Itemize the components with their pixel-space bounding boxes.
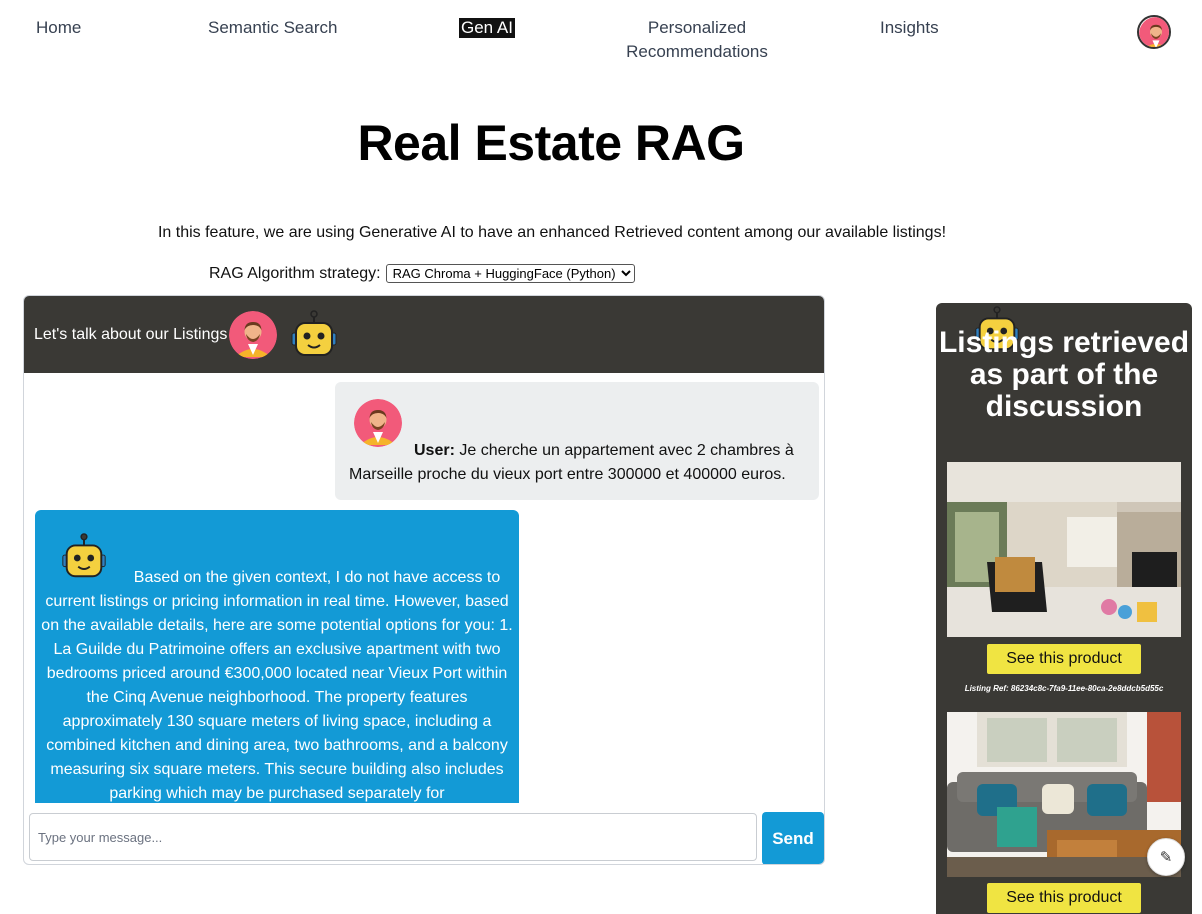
nav-semantic-search[interactable]: Semantic Search (208, 16, 337, 40)
user-avatar-icon[interactable] (1137, 15, 1171, 49)
user-message-text-2: Marseille proche du vieux port entre 300… (349, 466, 786, 483)
nav-insights[interactable]: Insights (880, 16, 939, 40)
see-product-button[interactable]: See this product (987, 883, 1141, 913)
listing-image[interactable] (947, 712, 1181, 877)
robot-icon (289, 309, 339, 361)
bot-message: Based on the given context, I do not hav… (35, 510, 519, 803)
chat-header: Let's talk about our Listings (24, 296, 824, 373)
strategy-select[interactable]: RAG Chroma + HuggingFace (Python) (385, 264, 635, 283)
retrieved-listings-panel: Listings retrieved as part of the discus… (936, 303, 1192, 914)
nav-gen-ai[interactable]: Gen AI (459, 18, 515, 38)
strategy-row: RAG Algorithm strategy: RAG Chroma + Hug… (209, 264, 635, 283)
user-message-line-1: User: Je cherche un appartement avec 2 c… (414, 439, 794, 463)
chat-header-title: Let's talk about our Listings (34, 325, 228, 343)
send-button[interactable]: Send (762, 812, 824, 864)
chat-window: Let's talk about our Listings User: Je c… (23, 295, 825, 865)
nav-personalized-recommendations[interactable]: Personalized Recommendations (622, 16, 772, 64)
pencil-icon[interactable]: ✎ (1147, 838, 1185, 876)
listing-ref: Listing Ref: 86234c8c-7fa9-11ee-80ca-2e8… (964, 684, 1164, 693)
see-product-button[interactable]: See this product (987, 644, 1141, 674)
message-input[interactable] (29, 813, 757, 861)
user-message: User: Je cherche un appartement avec 2 c… (335, 382, 819, 500)
nav-home[interactable]: Home (36, 16, 81, 40)
listing-image[interactable] (947, 462, 1181, 637)
intro-text: In this feature, we are using Generative… (157, 224, 947, 241)
user-label: User: (414, 442, 455, 459)
user-avatar-icon (354, 399, 402, 447)
chat-messages[interactable]: User: Je cherche un appartement avec 2 c… (24, 373, 824, 803)
bot-message-text: Based on the given context, I do not hav… (41, 569, 513, 802)
panel-title: Listings retrieved as part of the discus… (938, 326, 1190, 423)
top-nav: Home Semantic Search Gen AI Personalized… (0, 0, 1202, 70)
strategy-label: RAG Algorithm strategy: (209, 264, 381, 282)
user-message-text-1: Je cherche un appartement avec 2 chambre… (459, 442, 794, 459)
page-title: Real Estate RAG (357, 115, 745, 171)
user-avatar-icon (229, 310, 278, 359)
